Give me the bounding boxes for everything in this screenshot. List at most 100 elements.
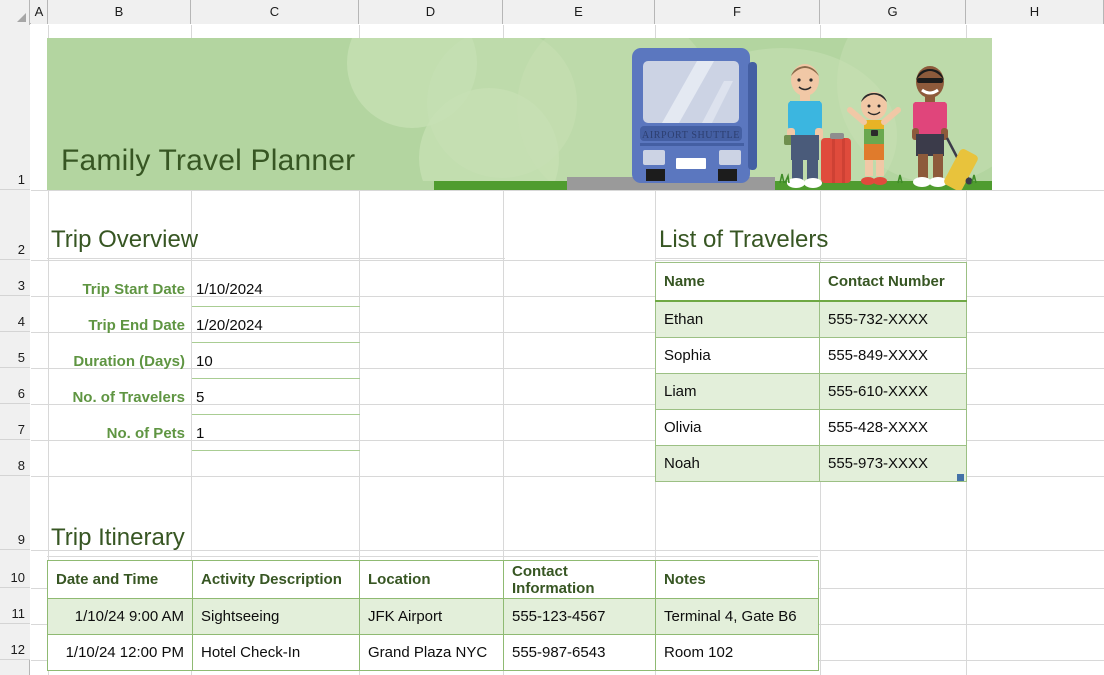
itinerary-header-row: Date and Time Activity Description Locatio…	[47, 560, 819, 599]
column-header-b[interactable]: B	[48, 0, 191, 24]
table-cell[interactable]: Sophia	[655, 337, 820, 374]
itinerary-rule	[47, 556, 818, 557]
column-header-cell-0[interactable]: Date and Time	[47, 560, 193, 599]
overview-value-0[interactable]: 1/10/2024	[192, 279, 360, 307]
travelers-rule	[655, 258, 966, 259]
row-header-label: 1	[17, 172, 25, 187]
table-cell[interactable]: 1/10/24 9:00 AM	[47, 598, 193, 635]
overview-label-4: No. of Pets	[106, 425, 185, 442]
overview-value-2[interactable]: 10	[192, 351, 360, 379]
table-cell[interactable]: Ethan	[655, 300, 820, 338]
column-header-f[interactable]: F	[655, 0, 820, 24]
table-cell[interactable]: Liam	[655, 373, 820, 410]
column-header-d[interactable]: D	[359, 0, 503, 24]
table-cell[interactable]: Sightseeing	[192, 598, 360, 635]
overview-label-0: Trip Start Date	[82, 281, 185, 298]
row-header-label: 8	[17, 458, 25, 473]
trip-overview-rule	[47, 258, 505, 259]
travelers-heading: List of Travelers	[659, 226, 829, 253]
table-cell[interactable]: Olivia	[655, 409, 820, 446]
column-header-c[interactable]: C	[191, 0, 359, 24]
row-header-3[interactable]: 3	[0, 260, 30, 296]
select-all-corner[interactable]	[0, 0, 30, 24]
travelers-header-row: Name Contact Number	[655, 262, 967, 302]
row-header-label: 12	[10, 642, 25, 657]
table-row[interactable]: Ethan 555-732-XXXX	[655, 300, 967, 338]
table-row[interactable]: 1/10/24 12:00 PM Hotel Check-In Grand Plaz…	[47, 634, 819, 671]
grid-line-horizontal	[31, 190, 1104, 191]
overview-label-3: No. of Travelers	[72, 389, 185, 406]
row-header-label: 6	[17, 386, 25, 401]
column-header-cell-1[interactable]: Activity Description	[192, 560, 360, 599]
row-header-label: 5	[17, 350, 25, 365]
row-header-11[interactable]: 11	[0, 588, 30, 624]
itinerary-table[interactable]: Date and Time Activity Description Locatio…	[47, 560, 819, 671]
table-cell[interactable]: 555-610-XXXX	[819, 373, 967, 410]
row-header-12[interactable]: 12	[0, 624, 30, 660]
itinerary-heading: Trip Itinerary	[51, 524, 185, 551]
table-cell[interactable]: JFK Airport	[359, 598, 504, 635]
table-cell[interactable]: 555-428-XXXX	[819, 409, 967, 446]
table-cell[interactable]: 555-732-XXXX	[819, 300, 967, 338]
table-cell[interactable]: Terminal 4, Gate B6	[655, 598, 819, 635]
row-header-1[interactable]: 1	[0, 25, 30, 190]
overview-label-1: Trip End Date	[88, 317, 185, 334]
traveler-child	[847, 92, 901, 185]
trip-overview-heading: Trip Overview	[51, 226, 199, 253]
bus-label-text: AIRPORT SHUTTLE	[642, 130, 740, 141]
column-header-cell-3[interactable]: Contact Information	[503, 560, 656, 599]
spreadsheet-canvas: AIRPORT SHUTTLE Family Travel Planner Tr…	[0, 0, 1104, 675]
table-cell[interactable]: 555-123-4567	[503, 598, 656, 635]
row-header-6[interactable]: 6	[0, 368, 30, 404]
table-cell[interactable]: Hotel Check-In	[192, 634, 360, 671]
column-header-cell-0[interactable]: Name	[655, 262, 820, 302]
overview-value-1[interactable]: 1/20/2024	[192, 315, 360, 343]
grid-line-horizontal	[31, 260, 1104, 261]
overview-value-4[interactable]: 1	[192, 423, 360, 451]
row-header-2[interactable]: 2	[0, 190, 30, 260]
table-row[interactable]: Noah 555-973-XXXX	[655, 445, 967, 482]
header-banner: AIRPORT SHUTTLE Family Travel Planner	[47, 38, 992, 190]
table-row[interactable]: Liam 555-610-XXXX	[655, 373, 967, 410]
table-cell[interactable]: Room 102	[655, 634, 819, 671]
row-header-label: 10	[10, 570, 25, 585]
table-cell[interactable]: 555-849-XXXX	[819, 337, 967, 374]
row-header-label: 7	[17, 422, 25, 437]
row-header-label: 11	[11, 606, 26, 621]
row-header-4[interactable]: 4	[0, 296, 30, 332]
row-header-9[interactable]: 9	[0, 476, 30, 550]
table-cell[interactable]: Grand Plaza NYC	[359, 634, 504, 671]
traveler-adult-female	[912, 66, 978, 190]
overview-label-2: Duration (Days)	[73, 353, 185, 370]
row-header-label: 2	[17, 242, 25, 257]
column-header-cell-2[interactable]: Location	[359, 560, 504, 599]
row-header-label: 4	[17, 314, 25, 329]
column-header-cell-4[interactable]: Notes	[655, 560, 819, 599]
table-row[interactable]: Sophia 555-849-XXXX	[655, 337, 967, 374]
column-header-e[interactable]: E	[503, 0, 655, 24]
row-header-8[interactable]: 8	[0, 440, 30, 476]
page-title: Family Travel Planner	[61, 144, 356, 177]
row-header-5[interactable]: 5	[0, 332, 30, 368]
table-cell[interactable]: 555-987-6543	[503, 634, 656, 671]
banner-base-left	[47, 181, 435, 190]
column-header-h[interactable]: H	[966, 0, 1104, 24]
traveler-adult-male	[784, 64, 851, 188]
grid-line-horizontal	[31, 550, 1104, 551]
row-header-label: 9	[17, 532, 25, 547]
column-header-cell-1[interactable]: Contact Number	[819, 262, 967, 302]
table-cell[interactable]: Noah	[655, 445, 820, 482]
column-header-g[interactable]: G	[820, 0, 966, 24]
overview-value-3[interactable]: 5	[192, 387, 360, 415]
row-header-label: 3	[17, 278, 25, 293]
column-header-a[interactable]: A	[31, 0, 48, 24]
table-row[interactable]: Olivia 555-428-XXXX	[655, 409, 967, 446]
row-header-10[interactable]: 10	[0, 550, 30, 588]
row-header-7[interactable]: 7	[0, 404, 30, 440]
table-cell[interactable]: 1/10/24 12:00 PM	[47, 634, 193, 671]
fill-handle[interactable]	[957, 474, 964, 481]
airport-shuttle-illustration: AIRPORT SHUTTLE	[632, 48, 978, 190]
table-row[interactable]: 1/10/24 9:00 AM Sightseeing JFK Airport 555…	[47, 598, 819, 635]
table-cell[interactable]: 555-973-XXXX	[819, 445, 967, 482]
travelers-table[interactable]: Name Contact Number Ethan 555-732-XXXX Soph…	[655, 262, 967, 482]
